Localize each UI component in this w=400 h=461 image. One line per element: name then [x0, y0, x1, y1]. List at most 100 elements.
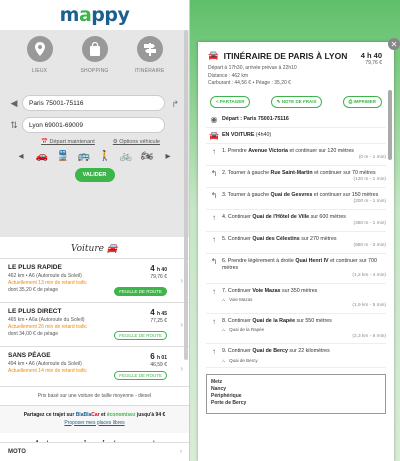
route-step[interactable]: ↑ 4. Continuer Quai de l'Hôtel de Ville s… — [206, 210, 386, 232]
chevron-right-icon: › — [180, 364, 183, 373]
bike-icon[interactable]: 🚲 — [117, 151, 135, 162]
map-pin-icon — [26, 36, 53, 62]
category-label: SHOPPING — [80, 68, 109, 74]
cities-box: Metz Nancy Périphérique Porte de Bercy — [206, 374, 386, 415]
start-icon: ◉ — [210, 114, 218, 124]
route-step[interactable]: ↑ 8. Continuer Quai de la Rapée sur 550 m… — [206, 314, 386, 345]
route-step[interactable]: ↰ 6. Prendre légèrement à droite Quai Hen… — [206, 254, 386, 284]
left-panel: mappy LIEUX SHOPPING ITINÉRAIRE ◀ Paris … — [0, 0, 190, 461]
route-step[interactable]: ↑ 9. Continuer Quai de Bercy sur 22 kilom… — [206, 344, 386, 369]
category-label: ITINÉRAIRE — [134, 68, 165, 74]
moto-label: MOTO — [8, 449, 26, 455]
step-text: 4. Continuer Quai de l'Hôtel de Ville su… — [222, 213, 346, 220]
step-text: 5. Continuer Quai des Célestins sur 270 … — [222, 235, 337, 242]
route-form: ◀ Paris 75001-75116 ↱ ⇅ Lyon 69001-69009… — [0, 87, 189, 237]
route-step[interactable]: ↑ 5. Continuer Quai des Célestins sur 270… — [206, 232, 386, 255]
signpost-icon — [136, 36, 163, 62]
city-item: Périphérique — [211, 393, 242, 400]
route-step[interactable]: ↑ 7. Continuer Voie Mazas sur 350 mètres ⛬… — [206, 284, 386, 314]
step-text: 1. Prendre Avenue Victoria et continuer … — [222, 147, 354, 154]
category-itineraire[interactable]: ITINÉRAIRE — [130, 36, 170, 74]
option-price: 77,25 € — [150, 318, 167, 324]
moto-icon[interactable]: 🏍 — [138, 151, 156, 162]
itinerary-costs: Carburant : 44,56 € • Péage : 35,20 € — [208, 80, 291, 86]
depart-link-label: Départ maintenant — [49, 139, 95, 145]
step-sub: ⛬ Quai de Bercy — [222, 357, 258, 363]
itinerary-title: 🚘 ITINÉRAIRE DE PARIS À LYON — [208, 50, 384, 61]
arrow-up-icon: ↑ — [212, 234, 216, 244]
close-icon[interactable]: ✕ — [388, 38, 400, 50]
swap-icon[interactable]: ⇅ — [6, 120, 22, 131]
walk-icon[interactable]: 🚶 — [96, 151, 114, 162]
scrollbar[interactable] — [184, 30, 188, 360]
route-step[interactable]: ↰ 3. Tourner à gauche Quai de Gesvres et … — [206, 188, 386, 210]
route-option[interactable]: LE PLUS DIRECT 4 h 45 77,25 € 465 km • A… — [0, 303, 189, 347]
option-time-minutes: h 40 — [156, 267, 167, 273]
train-icon[interactable]: 🚆 — [54, 151, 72, 162]
step-distance: (950 m - 3 min) — [353, 243, 386, 249]
route-step[interactable]: ↰ 2. Tourner à gauche Rue Saint-Martin et… — [206, 166, 386, 188]
car-icon[interactable]: 🚗 — [33, 151, 51, 162]
route-option[interactable]: LE PLUS RAPIDE 4 h 40 79,76 € 462 km • A… — [0, 259, 189, 303]
road-sign-icon: ⛬ — [222, 357, 226, 363]
prev-mode-icon[interactable]: ◂ — [12, 151, 30, 162]
print-label: IMPRIMER — [353, 98, 376, 104]
bear-left-icon: ↰ — [210, 257, 218, 267]
step-text: 6. Prendre légèrement à droite Quai Henr… — [222, 258, 377, 272]
car-icon: 🚘 — [106, 244, 119, 254]
transport-modes: ◂ 🚗 🚆 🚌 🚶 🚲 🏍 ▸ — [6, 151, 183, 162]
voiture-title-text: Voiture — [70, 244, 104, 254]
steps-list: ◉ Départ : Paris 75001-75116 🚘 EN VOITUR… — [198, 112, 394, 369]
arrow-up-icon: ↑ — [212, 286, 216, 296]
bus-icon[interactable]: 🚌 — [75, 151, 93, 162]
itinerary-schedule: Départ à 17h30, arrivée prévue à 22h10 — [208, 65, 297, 71]
step-text: 3. Tourner à gauche Quai de Gesvres et c… — [222, 191, 379, 198]
route-step[interactable]: ↑ 1. Prendre Avenue Victoria et continuer… — [206, 144, 386, 166]
step-distance: (0 m - 1 min) — [358, 154, 386, 160]
offer-seats-link[interactable]: Proposer mes places libres — [64, 420, 124, 426]
add-step-icon[interactable]: ↱ — [171, 99, 179, 110]
validate-button[interactable]: VALIDER — [74, 168, 115, 182]
option-time-hours: 4 — [150, 308, 155, 317]
route-option[interactable]: SANS PÉAGE 6 h 01 46,59 € 494 km • A6 (A… — [0, 347, 189, 387]
map-area[interactable]: ✕ 🚘 ITINÉRAIRE DE PARIS À LYON 4 h 40 79,… — [190, 0, 400, 461]
arrow-up-icon: ↑ — [212, 316, 216, 326]
roadbook-button[interactable]: FEUILLE DE ROUTE — [114, 331, 167, 340]
moto-row[interactable]: MOTO › — [0, 442, 189, 461]
promo-text: économisez — [106, 412, 136, 418]
step-text: 7. Continuer Voie Mazas sur 350 mètres — [222, 287, 318, 294]
option-time: 4 h 45 — [150, 308, 167, 317]
mappy-logo[interactable]: mappy — [60, 4, 130, 26]
share-label: PARTAGER — [219, 98, 245, 104]
promo-text: Partagez ce trajet sur — [23, 412, 76, 418]
depart-link[interactable]: 📅 Départ maintenant — [41, 139, 95, 145]
roadbook-button[interactable]: FEUILLE DE ROUTE — [114, 371, 167, 380]
expense-note-label: NOTE DE FRAIS — [281, 98, 317, 104]
next-mode-icon[interactable]: ▸ — [159, 151, 177, 162]
step-text: 8. Continuer Quai de la Rapée sur 550 mè… — [222, 317, 332, 324]
from-input[interactable]: Paris 75001-75116 — [22, 95, 165, 111]
scrollbar[interactable] — [388, 90, 392, 160]
chevron-right-icon: › — [180, 320, 183, 329]
step-distance: (1,9 km - 5 min) — [352, 303, 386, 309]
options-link[interactable]: ⚙ Options véhicule — [113, 139, 160, 145]
print-button[interactable]: ⎙ IMPRIMER — [342, 95, 382, 108]
city-item: Nancy — [211, 386, 227, 393]
road-sign-icon: ⛬ — [222, 327, 226, 333]
expense-note-button[interactable]: ✎ NOTE DE FRAIS — [270, 95, 323, 108]
blablacar-promo: Partagez ce trajet sur BlaBlaCar et écon… — [0, 406, 189, 433]
option-time-minutes: h 45 — [156, 311, 167, 317]
category-lieux[interactable]: LIEUX — [20, 36, 60, 74]
duration-value: 4 h 40 — [360, 51, 382, 60]
header: mappy — [0, 0, 189, 30]
voiture-title: Voiture 🚘 — [0, 237, 189, 259]
turn-left-icon: ↰ — [210, 168, 218, 178]
share-button[interactable]: < PARTAGER — [210, 95, 251, 108]
itinerary-panel: 🚘 ITINÉRAIRE DE PARIS À LYON 4 h 40 79,76… — [198, 42, 394, 461]
arrow-up-icon: ↑ — [212, 212, 216, 222]
arrow-up-icon: ↑ — [212, 347, 216, 357]
arrow-up-icon: ↑ — [212, 146, 216, 156]
roadbook-button[interactable]: FEUILLE DE ROUTE — [114, 287, 167, 296]
category-shopping[interactable]: SHOPPING — [75, 36, 115, 74]
to-input[interactable]: Lyon 69001-69009 — [22, 117, 165, 133]
